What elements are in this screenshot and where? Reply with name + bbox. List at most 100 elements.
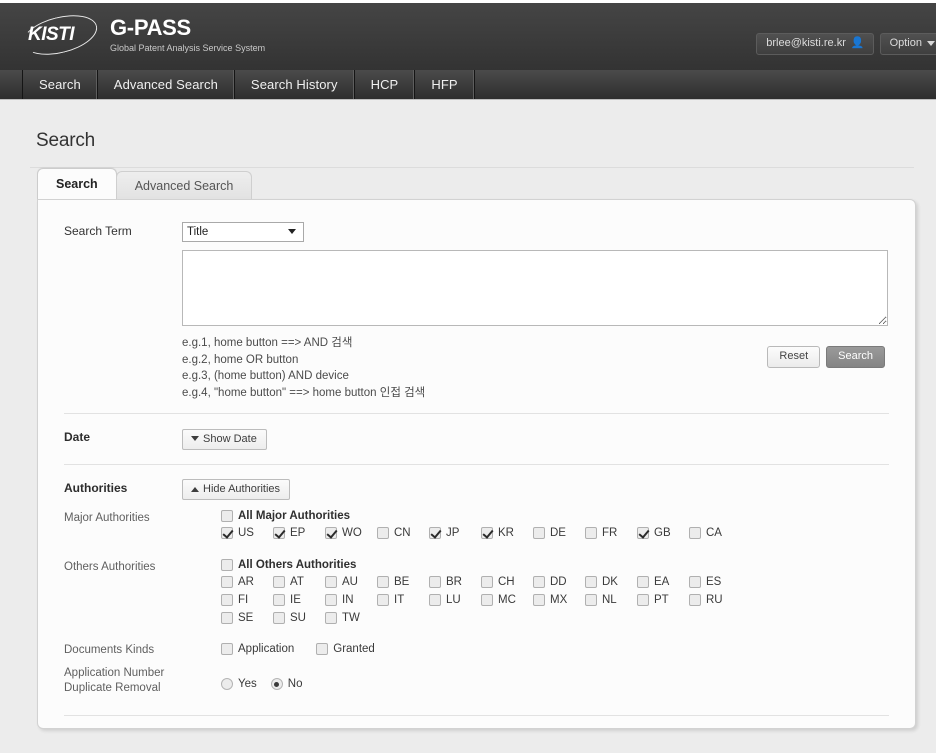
granted-label: Granted <box>333 643 375 655</box>
nav-item-search-history[interactable]: Search History <box>235 70 355 99</box>
authority-checkbox-item[interactable]: EA <box>637 576 689 588</box>
authority-checkbox-item[interactable]: AR <box>221 576 273 588</box>
authority-checkbox-item[interactable]: SE <box>221 612 273 624</box>
search-query-textarea[interactable] <box>182 250 888 326</box>
reset-button[interactable]: Reset <box>767 346 821 368</box>
authority-checkbox[interactable] <box>273 612 285 624</box>
application-checkbox[interactable] <box>221 643 233 655</box>
search-field-select[interactable]: Title <box>182 222 304 242</box>
authority-checkbox-item[interactable]: AT <box>273 576 325 588</box>
authority-checkbox[interactable] <box>585 576 597 588</box>
authority-checkbox[interactable] <box>429 527 441 539</box>
authority-checkbox[interactable] <box>221 612 233 624</box>
authority-checkbox-item[interactable]: AU <box>325 576 377 588</box>
authority-checkbox-item[interactable]: LU <box>429 594 481 606</box>
authority-checkbox-item[interactable]: FI <box>221 594 273 606</box>
authority-checkbox[interactable] <box>585 527 597 539</box>
authority-checkbox[interactable] <box>429 594 441 606</box>
authority-checkbox[interactable] <box>533 527 545 539</box>
authority-checkbox-item[interactable]: CA <box>689 527 741 539</box>
authority-checkbox-item[interactable]: DK <box>585 576 637 588</box>
nav-item-hcp[interactable]: HCP <box>355 70 416 99</box>
user-account-button[interactable]: brlee@kisti.re.kr 👤 <box>756 33 874 55</box>
authority-checkbox-item[interactable]: WO <box>325 527 377 539</box>
page-title: Search <box>36 130 96 151</box>
authority-checkbox-item[interactable]: CH <box>481 576 533 588</box>
duplicate-removal-no-radio[interactable] <box>270 678 283 690</box>
duplicate-removal-yes-row[interactable]: Yes <box>221 678 257 690</box>
authority-checkbox[interactable] <box>273 594 285 606</box>
option-menu-button[interactable]: Option <box>879 33 936 55</box>
authority-code: AR <box>238 576 254 588</box>
authority-checkbox-item[interactable]: IE <box>273 594 325 606</box>
authority-checkbox-item[interactable]: EP <box>273 527 325 539</box>
authority-checkbox-item[interactable]: US <box>221 527 273 539</box>
hide-authorities-toggle[interactable]: Hide Authorities <box>182 479 291 500</box>
authority-checkbox[interactable] <box>325 527 337 539</box>
show-date-toggle[interactable]: Show Date <box>182 428 267 450</box>
nav-item-hfp[interactable]: HFP <box>415 70 475 99</box>
authority-checkbox-item[interactable]: ES <box>689 576 741 588</box>
authority-checkbox-item[interactable]: PT <box>637 594 689 606</box>
authority-checkbox-item[interactable]: TW <box>325 612 377 624</box>
authority-checkbox[interactable] <box>377 576 389 588</box>
all-others-authorities-checkbox[interactable] <box>221 559 233 571</box>
authority-checkbox-item[interactable]: DE <box>533 527 585 539</box>
authority-checkbox-item[interactable]: MX <box>533 594 585 606</box>
authority-checkbox[interactable] <box>637 527 649 539</box>
all-major-authorities-checkbox[interactable] <box>221 510 233 522</box>
duplicate-removal-no-row[interactable]: No <box>270 678 302 690</box>
authority-checkbox[interactable] <box>533 576 545 588</box>
documents-kind-application-row[interactable]: Application <box>221 643 294 655</box>
authority-checkbox[interactable] <box>377 527 389 539</box>
all-major-authorities-row[interactable]: All Major Authorities <box>221 510 781 522</box>
tab-search[interactable]: Search <box>37 168 117 199</box>
documents-kind-granted-row[interactable]: Granted <box>316 643 375 655</box>
authority-code: BR <box>446 576 462 588</box>
authority-checkbox-item[interactable]: FR <box>585 527 637 539</box>
nav-item-advanced-search[interactable]: Advanced Search <box>98 70 235 99</box>
authority-checkbox[interactable] <box>533 594 545 606</box>
authority-checkbox[interactable] <box>689 576 701 588</box>
authority-checkbox[interactable] <box>481 594 493 606</box>
authority-checkbox[interactable] <box>273 527 285 539</box>
duplicate-removal-options: Yes No <box>221 664 302 696</box>
authority-checkbox[interactable] <box>637 594 649 606</box>
authority-checkbox-item[interactable]: KR <box>481 527 533 539</box>
authority-checkbox-item[interactable]: JP <box>429 527 481 539</box>
authority-checkbox[interactable] <box>689 594 701 606</box>
authority-checkbox[interactable] <box>637 576 649 588</box>
authority-checkbox[interactable] <box>481 527 493 539</box>
authority-checkbox-item[interactable]: NL <box>585 594 637 606</box>
authority-checkbox-item[interactable]: IT <box>377 594 429 606</box>
authority-checkbox[interactable] <box>325 576 337 588</box>
nav-item-search[interactable]: Search <box>22 70 98 99</box>
authority-checkbox-item[interactable]: BE <box>377 576 429 588</box>
authority-checkbox-item[interactable]: CN <box>377 527 429 539</box>
authority-checkbox[interactable] <box>585 594 597 606</box>
authority-checkbox[interactable] <box>273 576 285 588</box>
authority-checkbox[interactable] <box>325 612 337 624</box>
authority-checkbox[interactable] <box>221 576 233 588</box>
panel-tabs: Search Advanced Search <box>37 168 916 199</box>
authority-checkbox-item[interactable]: GB <box>637 527 689 539</box>
authority-checkbox-item[interactable]: RU <box>689 594 741 606</box>
authority-checkbox[interactable] <box>221 594 233 606</box>
authority-checkbox-item[interactable]: IN <box>325 594 377 606</box>
authority-checkbox-item[interactable]: MC <box>481 594 533 606</box>
duplicate-removal-yes-radio[interactable] <box>221 678 233 690</box>
kisti-logo-text: KISTI <box>28 24 75 45</box>
authority-checkbox[interactable] <box>325 594 337 606</box>
authority-checkbox-item[interactable]: DD <box>533 576 585 588</box>
authority-checkbox-item[interactable]: BR <box>429 576 481 588</box>
authority-checkbox[interactable] <box>689 527 701 539</box>
authority-checkbox[interactable] <box>221 527 233 539</box>
authority-checkbox-item[interactable]: SU <box>273 612 325 624</box>
authority-checkbox[interactable] <box>429 576 441 588</box>
search-button[interactable]: Search <box>826 346 885 368</box>
tab-advanced-search[interactable]: Advanced Search <box>115 171 253 199</box>
authority-checkbox[interactable] <box>377 594 389 606</box>
authority-checkbox[interactable] <box>481 576 493 588</box>
all-others-authorities-row[interactable]: All Others Authorities <box>221 559 741 571</box>
granted-checkbox[interactable] <box>316 643 329 655</box>
